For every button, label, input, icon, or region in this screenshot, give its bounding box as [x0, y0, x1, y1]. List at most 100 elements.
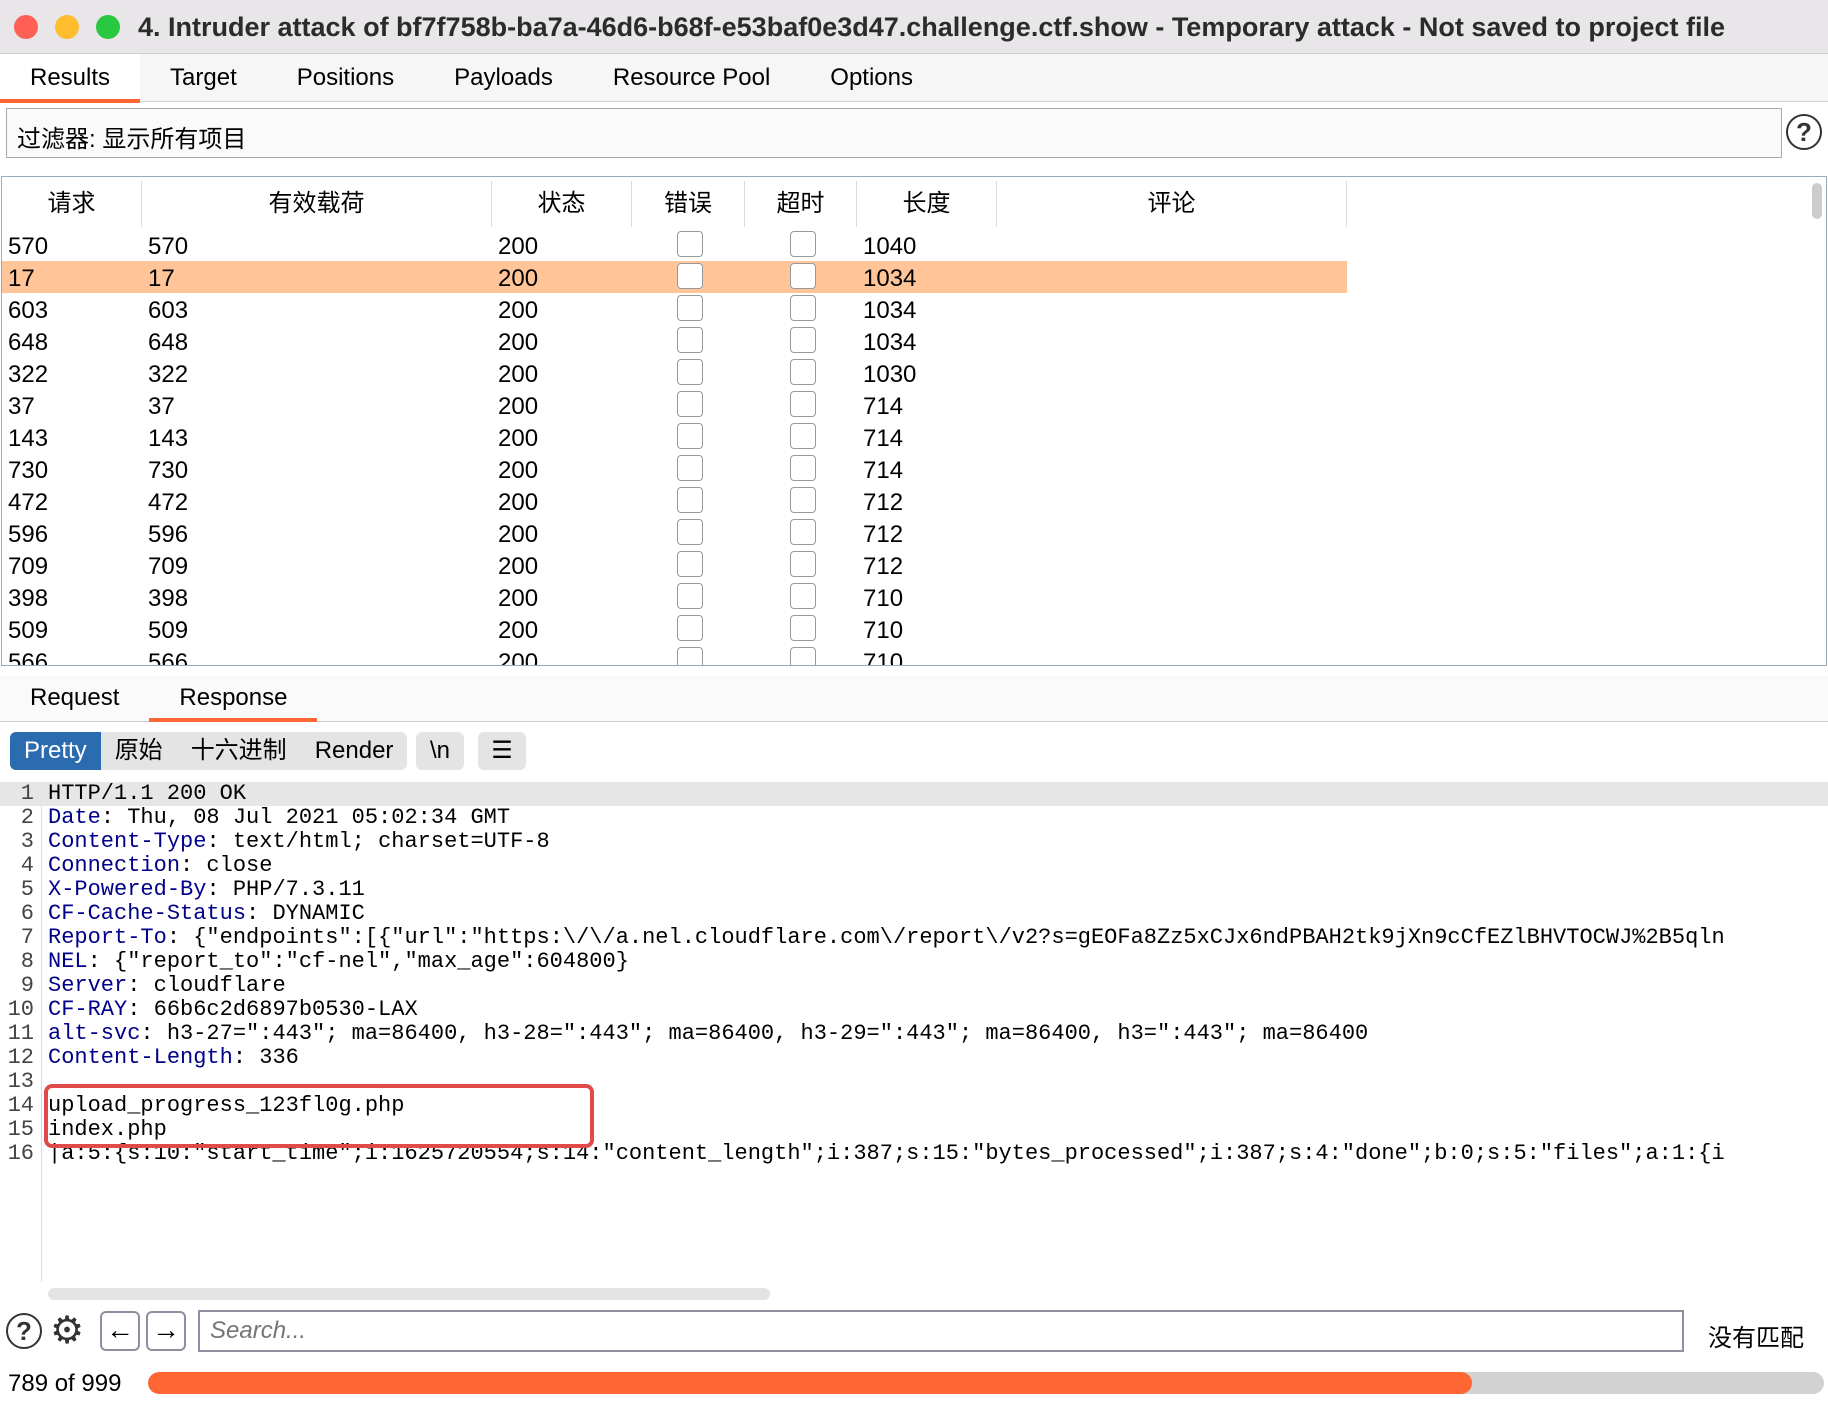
table-cell: 200	[498, 425, 539, 452]
table-row[interactable]: 322 322 200 1030	[2, 357, 1347, 389]
table-cell: 712	[863, 553, 904, 580]
detail-tabs: Request Response	[0, 676, 1828, 722]
checkbox	[677, 615, 703, 641]
table-row[interactable]: 603 603 200 1034	[2, 293, 1347, 325]
column-header[interactable]: 有效载荷	[142, 181, 492, 227]
column-header[interactable]: 长度	[857, 181, 997, 227]
line-number: 10	[7, 997, 34, 1022]
checkbox	[677, 263, 703, 289]
table-row[interactable]: 596 596 200 712	[2, 517, 1347, 549]
header-name: Content-Type	[48, 829, 207, 854]
table-cell: 1030	[863, 361, 917, 388]
horizontal-scrollbar[interactable]	[48, 1288, 770, 1300]
table-cell: 37	[148, 393, 175, 420]
header-value: : text/html; charset=UTF-8	[206, 829, 550, 854]
line-text: Content-Type: text/html; charset=UTF-8	[48, 830, 550, 854]
match-status: 没有匹配	[1708, 1325, 1804, 1352]
checkbox	[790, 487, 816, 513]
table-row[interactable]: 143 143 200 714	[2, 421, 1347, 453]
checkbox	[790, 455, 816, 481]
table-cell: 603	[8, 297, 49, 324]
checkbox	[677, 327, 703, 353]
checkbox	[790, 359, 816, 385]
view-3[interactable]: Render	[301, 732, 408, 770]
line-text: Date: Thu, 08 Jul 2021 05:02:34 GMT	[48, 806, 510, 830]
header-value: : close	[180, 853, 273, 878]
tab-options[interactable]: Options	[800, 54, 943, 102]
checkbox	[790, 647, 816, 665]
table-cell: 709	[8, 553, 49, 580]
code-line: 8 NEL: {"report_to":"cf-nel","max_age":60…	[0, 950, 1828, 974]
checkbox	[677, 455, 703, 481]
table-row[interactable]: 730 730 200 714	[2, 453, 1347, 485]
header-name: X-Powered-By	[48, 877, 207, 902]
next-match-button[interactable]: →	[146, 1311, 186, 1351]
header-value: : 66b6c2d6897b0530-LAX	[127, 997, 418, 1022]
column-header[interactable]: 评论	[997, 181, 1347, 227]
table-cell: 603	[148, 297, 189, 324]
table-row[interactable]: 570 570 200 1040	[2, 229, 1347, 261]
tab-results[interactable]: Results	[0, 54, 141, 103]
checkbox	[677, 519, 703, 545]
tab-response[interactable]: Response	[149, 676, 318, 722]
help-icon[interactable]: ?	[1786, 114, 1822, 150]
checkbox	[677, 551, 703, 577]
code-line: 4 Connection: close	[0, 854, 1828, 878]
view-1[interactable]: 原始	[101, 732, 177, 770]
code-line: 6 CF-Cache-Status: DYNAMIC	[0, 902, 1828, 926]
column-header[interactable]: 状态	[492, 181, 632, 227]
table-row[interactable]: 37 37 200 714	[2, 389, 1347, 421]
column-header[interactable]: 请求	[2, 181, 142, 227]
view-0[interactable]: Pretty	[10, 732, 101, 770]
checkbox	[790, 391, 816, 417]
gear-icon[interactable]: ⚙	[50, 1308, 84, 1353]
table-cell: 566	[8, 649, 49, 666]
results-table: 请求 有效载荷 状态 错误 超时 长度 评论 570 570 200 1040 17 17 200 1034…	[1, 176, 1827, 666]
checkbox	[790, 327, 816, 353]
table-cell: 17	[148, 265, 175, 292]
menu-button[interactable]: ☰	[478, 732, 526, 770]
header-name: NEL	[48, 949, 88, 974]
table-cell: 710	[863, 585, 904, 612]
newline-label: \n	[430, 737, 451, 764]
table-cell: 322	[148, 361, 189, 388]
code-line: 1 HTTP/1.1 200 OK	[0, 782, 1828, 806]
line-number: 6	[20, 901, 34, 926]
table-scrollbar[interactable]	[1812, 183, 1822, 219]
tab-target[interactable]: Target	[140, 54, 267, 102]
table-row[interactable]: 709 709 200 712	[2, 549, 1347, 581]
column-header[interactable]: 错误	[632, 181, 745, 227]
view-2[interactable]: 十六进制	[177, 732, 301, 770]
table-cell: 570	[8, 233, 49, 260]
header-value: : PHP/7.3.11	[206, 877, 365, 902]
table-row[interactable]: 472 472 200 712	[2, 485, 1347, 517]
column-header[interactable]: 超时	[745, 181, 857, 227]
table-row[interactable]: 509 509 200 710	[2, 613, 1347, 645]
checkbox	[790, 231, 816, 257]
response-editor[interactable]: 1 HTTP/1.1 200 OK 2 Date: Thu, 08 Jul 2021 …	[0, 782, 1828, 1282]
table-cell: 570	[148, 233, 189, 260]
table-cell: 714	[863, 425, 904, 452]
table-row[interactable]: 398 398 200 710	[2, 581, 1347, 613]
table-row[interactable]: 648 648 200 1034	[2, 325, 1347, 357]
arrow-right-icon: →	[152, 1314, 180, 1345]
table-row[interactable]: 566 566 200 710	[2, 645, 1347, 666]
tab-request[interactable]: Request	[0, 676, 149, 721]
line-text: Connection: close	[48, 854, 272, 878]
code-line: 2 Date: Thu, 08 Jul 2021 05:02:34 GMT	[0, 806, 1828, 830]
table-cell: 143	[8, 425, 49, 452]
filter-bar[interactable]: 过滤器: 显示所有项目	[6, 108, 1782, 158]
tab-positions[interactable]: Positions	[267, 54, 424, 102]
minimize-window-button[interactable]	[55, 15, 79, 39]
line-text: NEL: {"report_to":"cf-nel","max_age":604…	[48, 950, 629, 974]
tab-payloads[interactable]: Payloads	[424, 54, 583, 102]
table-row[interactable]: 17 17 200 1034	[2, 261, 1347, 293]
tab-resource-pool[interactable]: Resource Pool	[583, 54, 800, 102]
zoom-window-button[interactable]	[96, 15, 120, 39]
search-input[interactable]	[198, 1310, 1684, 1352]
close-window-button[interactable]	[14, 15, 38, 39]
help-icon[interactable]: ?	[6, 1313, 42, 1349]
newline-button[interactable]: \n	[416, 732, 465, 770]
previous-match-button[interactable]: ←	[100, 1311, 140, 1351]
table-cell: 200	[498, 297, 539, 324]
